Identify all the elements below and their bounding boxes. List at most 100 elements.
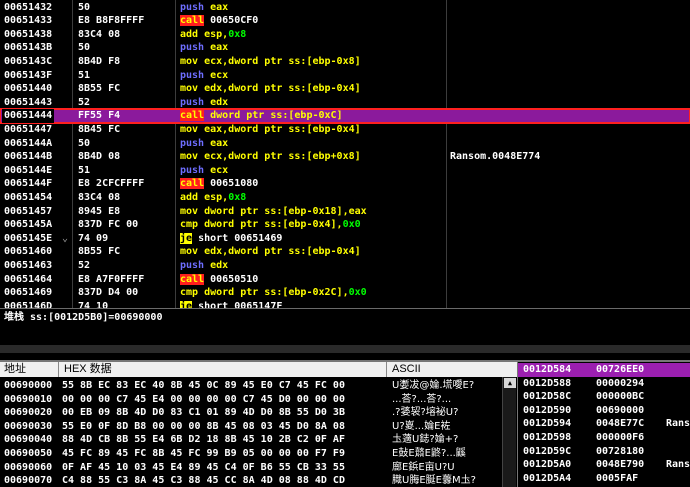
disassembly-pane[interactable]: 00651432 50 push eax 00651433 E8 B8F8FFFF cal… <box>0 0 690 308</box>
instruction-text: push eax <box>180 137 228 151</box>
instruction-bytes: 83C4 08 <box>78 191 121 203</box>
operand: edx <box>210 259 229 271</box>
dump-vertical-scrollbar[interactable]: ▲ <box>502 377 516 487</box>
instruction-text: add esp,0x8 <box>180 28 246 42</box>
operand: ecx,dword ptr ss:[ebp-0x8] <box>204 55 361 67</box>
stack-row[interactable]: 0012D588 00000294 <box>518 377 690 391</box>
stack-row[interactable]: 0012D5A0 0048E790 Ransom <box>518 458 690 472</box>
disasm-row[interactable]: 0065144F E8 2CFCFFFF call 00651080 <box>0 177 690 191</box>
instruction-address: 00651457 <box>4 205 53 217</box>
mnemonic: cmp <box>180 287 199 299</box>
instruction-bytes: 51 <box>78 69 91 81</box>
dump-row[interactable]: 00690050 45 FC 89 45 FC 8B 45 FC 99 B9 05… <box>0 447 500 461</box>
stack-row[interactable]: 0012D590 00690000 <box>518 404 690 418</box>
instruction-address: 00651454 <box>4 191 53 203</box>
dump-row[interactable]: 00690020 00 EB 09 8B 4D D0 83 C1 01 89 4D… <box>0 406 500 420</box>
operand: short 00651469 <box>198 232 283 244</box>
disasm-row[interactable]: 00651438 83C4 08 add esp,0x8 <box>0 28 690 42</box>
stack-row[interactable]: 0012D58C 000000BC <box>518 390 690 404</box>
stack-value: 000000F6 <box>596 432 645 443</box>
mnemonic: mov <box>180 55 199 67</box>
header-divider[interactable] <box>58 362 59 377</box>
disasm-row[interactable]: 0065146D 74 10 je short 0065147F <box>0 300 690 308</box>
disasm-row[interactable]: 00651464 E8 A7F0FFFF call 00650510 <box>0 273 690 287</box>
disasm-row[interactable]: 0065144A 50 push eax <box>0 137 690 151</box>
instruction-address: 00651460 <box>4 246 53 258</box>
stack-address: 0012D590 <box>523 404 572 416</box>
instruction-bytes: 52 <box>78 96 91 108</box>
dump-address: 00690000 <box>4 380 53 391</box>
dump-header-ascii[interactable]: ASCII <box>392 363 421 377</box>
stack-address: 0012D598 <box>523 432 572 443</box>
stack-row[interactable]: 0012D598 000000F6 <box>518 431 690 445</box>
disasm-row[interactable]: 0065145A 837D FC 00 cmp dword ptr ss:[ebp-… <box>0 218 690 232</box>
dump-hex-bytes: C4 88 55 C3 8A 45 C3 88 45 CC 8A 4D 08 8… <box>62 475 345 487</box>
mnemonic: je <box>180 232 193 244</box>
dump-hex-bytes: 55 8B EC 83 EC 40 8B 45 0C 89 45 E0 C7 4… <box>62 380 345 391</box>
scroll-up-icon[interactable]: ▲ <box>504 378 516 388</box>
instruction-bytes: FF55 F4 <box>78 110 121 122</box>
stack-row[interactable]: 0012D594 0048E77C Ransom <box>518 417 690 431</box>
stack-row[interactable]: 0012D59C 00728180 <box>518 445 690 459</box>
disasm-row[interactable]: 00651444 FF55 F4 call dword ptr ss:[ebp-0x… <box>0 108 690 124</box>
operand: 00650CF0 <box>210 15 259 27</box>
instruction-text: mov ecx,dword ptr ss:[ebp+0x8] <box>180 150 361 164</box>
instruction-address: 00651438 <box>4 28 53 40</box>
disasm-row[interactable]: 0065144B 8B4D 08 mov ecx,dword ptr ss:[ebp… <box>0 150 690 164</box>
dump-header-hex[interactable]: HEX 数据 <box>64 363 112 377</box>
disasm-row[interactable]: 0065143C 8B4D F8 mov ecx,dword ptr ss:[ebp… <box>0 55 690 69</box>
disasm-row[interactable]: 00651432 50 push eax <box>0 1 690 15</box>
instruction-text: push edx <box>180 259 228 273</box>
instruction-text: mov edx,dword ptr ss:[ebp-0x4] <box>180 82 361 96</box>
disasm-row[interactable]: 0065144E 51 push ecx <box>0 164 690 178</box>
disasm-row[interactable]: 0065145E ⌄ 74 09 je short 00651469 <box>0 232 690 246</box>
disasm-row[interactable]: 00651447 8B45 FC mov eax,dword ptr ss:[ebp… <box>0 123 690 137</box>
stack-address: 0012D59C <box>523 445 572 457</box>
dump-row[interactable]: 00690000 55 8B EC 83 EC 40 8B 45 0C 89 45… <box>0 379 500 393</box>
stack-address: 0012D588 <box>523 377 572 389</box>
stack-row[interactable]: 0012D5A4 0005FAF <box>518 472 690 486</box>
stack-row[interactable]: 0012D584 00726EE0 <box>518 363 690 377</box>
disasm-row[interactable]: 00651463 52 push edx <box>0 259 690 273</box>
disasm-row[interactable]: 0065143B 50 push eax <box>0 41 690 55</box>
mnemonic: push <box>180 259 205 271</box>
instruction-bytes: 74 10 <box>78 300 109 308</box>
disasm-row[interactable]: 00651443 52 push edx <box>0 96 690 110</box>
dump-header-address[interactable]: 地址 <box>4 363 26 377</box>
stack-pane[interactable]: 0012D584 00726EE0 0012D588 00000294 0012D58C… <box>517 360 690 487</box>
stack-address: 0012D594 <box>523 418 572 430</box>
header-divider[interactable] <box>386 362 387 377</box>
dump-row[interactable]: 00690040 88 4D CB 8B 55 E4 6B D2 18 8B 45… <box>0 433 500 447</box>
instruction-text: je short 0065147F <box>180 300 282 308</box>
dump-ascii: E鼔E鼘E鼨?...鼷 <box>392 448 466 459</box>
disasm-row[interactable]: 00651433 E8 B8F8FFFF call 00650CF0 <box>0 14 690 28</box>
instruction-bytes: 74 09 <box>78 232 109 244</box>
disasm-row[interactable]: 00651440 8B55 FC mov edx,dword ptr ss:[ebp… <box>0 82 690 96</box>
operand: ecx <box>210 69 229 81</box>
operand: dword ptr ss:[ebp-0x4], <box>204 219 343 231</box>
dump-row[interactable]: 00690030 55 E0 0F 8D B8 00 00 00 8B 45 08… <box>0 420 500 434</box>
disasm-row[interactable]: 0065143F 51 push ecx <box>0 69 690 83</box>
operand: eax,dword ptr ss:[ebp-0x4] <box>204 123 361 135</box>
disasm-row[interactable]: 00651454 83C4 08 add esp,0x8 <box>0 191 690 205</box>
instruction-text: mov dword ptr ss:[ebp-0x18],eax <box>180 205 367 219</box>
stack-address: 0012D5A4 <box>523 472 572 484</box>
instruction-bytes: 50 <box>78 42 91 54</box>
dump-row[interactable]: 00690060 0F AF 45 10 03 45 E4 89 45 C4 0F… <box>0 461 500 475</box>
instruction-bytes: 52 <box>78 259 91 271</box>
dump-row[interactable]: 00690010 00 00 00 C7 45 E4 00 00 00 00 C7… <box>0 393 500 407</box>
disasm-row[interactable]: 00651469 837D D4 00 cmp dword ptr ss:[ebp-… <box>0 286 690 300</box>
jump-arrow-icon: ⌄ <box>62 232 69 244</box>
instruction-text: push ecx <box>180 164 228 178</box>
disasm-row[interactable]: 00651457 8945 E8 mov dword ptr ss:[ebp-0x1… <box>0 205 690 219</box>
memory-dump-pane[interactable]: 地址 HEX 数据 ASCII 00690000 55 8B EC 83 EC 4… <box>0 360 517 487</box>
horizontal-scrollbar[interactable] <box>0 345 690 353</box>
instruction-address: 0065143C <box>4 55 53 67</box>
instruction-bytes: 50 <box>78 137 91 149</box>
instruction-address: 00651432 <box>4 1 53 13</box>
instruction-address: 00651464 <box>4 273 53 285</box>
disasm-row[interactable]: 00651460 8B55 FC mov edx,dword ptr ss:[ebp… <box>0 245 690 259</box>
instruction-text: mov ecx,dword ptr ss:[ebp-0x8] <box>180 55 361 69</box>
dump-row[interactable]: 00690070 C4 88 55 C3 8A 45 C3 88 45 CC 8A… <box>0 474 500 487</box>
dump-address: 00690030 <box>4 420 53 432</box>
